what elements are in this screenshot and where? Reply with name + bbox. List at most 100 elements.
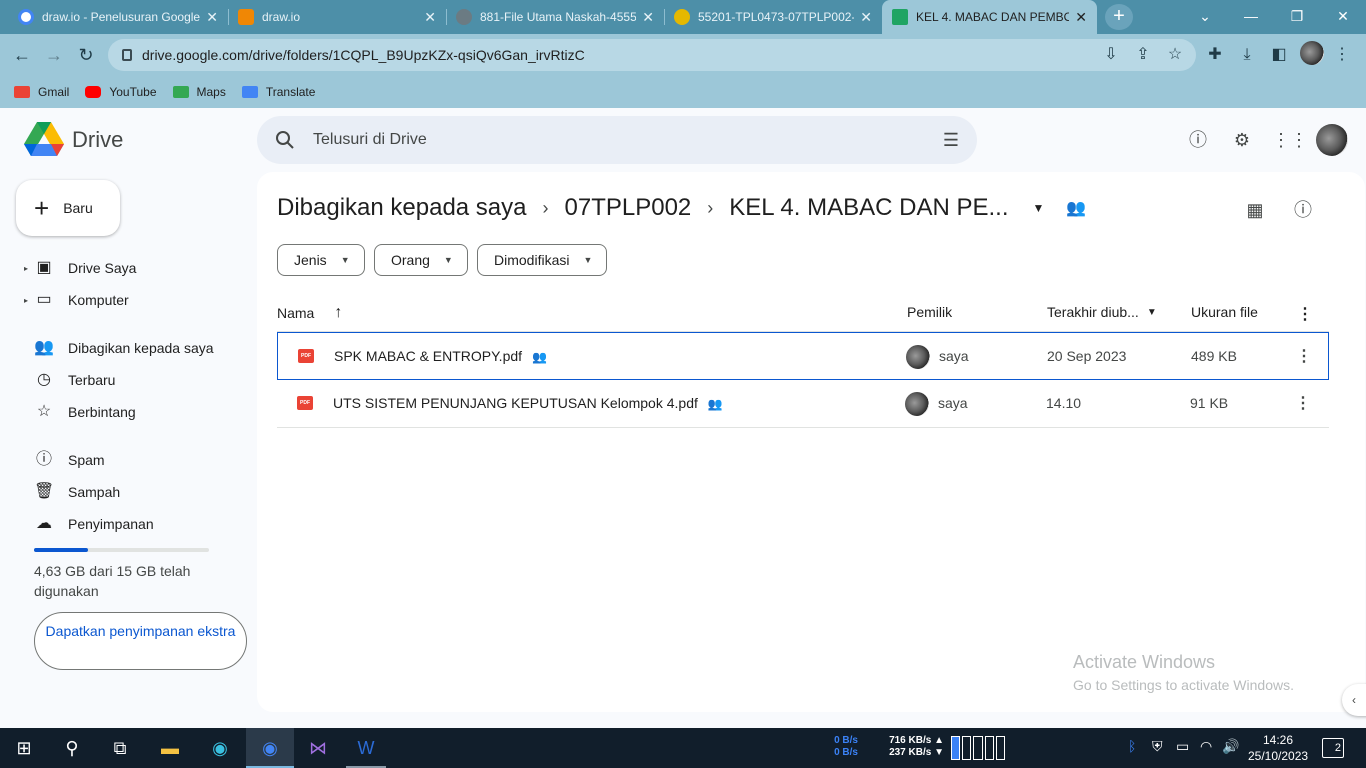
bookmark-star-icon[interactable]: ☆	[1165, 45, 1185, 65]
shared-folder-icon[interactable]: 👥	[1066, 198, 1086, 218]
sidebar-item-trash[interactable]: 🗑 Sampah	[24, 476, 120, 508]
new-button[interactable]: + Baru	[16, 180, 120, 236]
column-header-owner[interactable]: Pemilik	[907, 304, 952, 320]
volume-icon[interactable]: 🔊	[1222, 738, 1239, 755]
university-favicon-icon	[674, 9, 690, 25]
file-name[interactable]: UTS SISTEM PENUNJANG KEPUTUSAN Kelompok …	[333, 395, 698, 411]
filter-modified-chip[interactable]: Dimodifikasi ▼	[477, 244, 608, 276]
new-tab-button[interactable]: +	[1105, 4, 1133, 30]
file-name[interactable]: SPK MABAC & ENTROPY.pdf	[334, 348, 522, 364]
restore-icon[interactable]: ❐	[1274, 0, 1320, 34]
settings-gear-icon[interactable]: ⚙	[1230, 128, 1254, 152]
drive-logo-icon[interactable]	[24, 122, 64, 156]
sidebar-item-storage[interactable]: ☁ Penyimpanan	[24, 508, 154, 540]
details-info-icon[interactable]: ⓘ	[1291, 198, 1315, 222]
row-more-kebab-icon[interactable]: ⋮	[1295, 393, 1311, 413]
url-input[interactable]: drive.google.com/drive/folders/1CQPL_B9U…	[108, 39, 1196, 71]
close-tab-icon[interactable]: ✕	[424, 9, 436, 26]
search-icon[interactable]: ⚲	[60, 736, 84, 760]
folder-menu-dropdown-icon[interactable]: ▼	[1032, 201, 1044, 215]
downloads-icon[interactable]: ⤓	[1237, 45, 1257, 65]
share-icon[interactable]: ⇪	[1133, 45, 1153, 65]
chevron-right-icon: ›	[542, 197, 549, 218]
menu-kebab-icon[interactable]: ⋮	[1332, 45, 1352, 65]
windows-start-icon[interactable]: ⊞	[12, 736, 36, 760]
filter-type-chip[interactable]: Jenis ▼	[277, 244, 365, 276]
globe-favicon-icon	[456, 9, 472, 25]
chevron-right-icon: ›	[707, 197, 714, 218]
breadcrumb-current-folder[interactable]: KEL 4. MABAC DAN PE...	[729, 194, 1008, 222]
table-row[interactable]: PDF SPK MABAC & ENTROPY.pdf 👥 saya 20 Sep…	[277, 332, 1329, 380]
word-icon[interactable]: W	[354, 736, 378, 760]
get-more-storage-button[interactable]: Dapatkan penyimpanan ekstra	[34, 612, 247, 670]
task-view-icon[interactable]: ⧉	[108, 736, 132, 760]
minimize-icon[interactable]: —	[1228, 0, 1274, 34]
row-more-kebab-icon[interactable]: ⋮	[1296, 346, 1312, 366]
bluetooth-icon[interactable]: ᛒ	[1128, 738, 1136, 754]
sidebar-item-starred[interactable]: ☆ Berbintang	[24, 396, 136, 428]
close-tab-icon[interactable]: ✕	[206, 9, 218, 26]
close-tab-icon[interactable]: ✕	[642, 9, 654, 26]
tab-search-icon[interactable]: ⌄	[1182, 0, 1228, 34]
column-header-modified[interactable]: Terakhir diub... ▼	[1047, 304, 1157, 320]
close-tab-icon[interactable]: ✕	[860, 9, 872, 26]
reload-icon[interactable]: ↻	[74, 43, 98, 67]
expand-caret-icon[interactable]: ▸	[24, 264, 34, 273]
chrome-icon[interactable]: ◉	[258, 736, 282, 760]
extensions-icon[interactable]: ✚	[1205, 45, 1225, 65]
search-input[interactable]: Telusuri di Drive ☰	[257, 116, 977, 164]
security-icon[interactable]: ⛨	[1152, 738, 1163, 755]
close-window-icon[interactable]: ✕	[1320, 0, 1366, 34]
side-panel-toggle-chevron-icon[interactable]: ‹	[1342, 684, 1366, 716]
drive-header: Drive Telusuri di Drive ☰ ⓘ ⚙ ⋮⋮	[0, 108, 1366, 172]
drive-favicon-icon	[892, 9, 908, 25]
grid-view-icon[interactable]: ▦	[1243, 198, 1267, 222]
sidebar-item-shared[interactable]: 👥 Dibagikan kepada saya	[24, 332, 214, 364]
edge-icon[interactable]: ◉	[208, 736, 232, 760]
bookmark-youtube[interactable]: YouTube	[85, 85, 157, 99]
sidebar-item-my-drive[interactable]: ▸ ▣ Drive Saya	[24, 252, 136, 284]
help-icon[interactable]: ⓘ	[1186, 128, 1210, 152]
sidebar-item-spam[interactable]: ⓘ Spam	[24, 444, 105, 476]
browser-tab-file-utama[interactable]: 881-File Utama Naskah-4555 ✕	[446, 0, 664, 34]
breadcrumb-folder[interactable]: 07TPLP002	[565, 194, 692, 222]
back-icon[interactable]: ←	[10, 43, 34, 67]
visual-studio-icon[interactable]: ⋈	[306, 736, 330, 760]
bookmark-maps[interactable]: Maps	[172, 85, 226, 99]
file-explorer-icon[interactable]: ▬	[158, 736, 182, 760]
address-bar-row: ← → ↻ drive.google.com/drive/folders/1CQ…	[0, 34, 1366, 76]
network-meter	[951, 736, 1006, 760]
trash-icon: 🗑	[34, 483, 55, 500]
drive-brand[interactable]: Drive	[72, 127, 123, 153]
storage-usage-text: 4,63 GB dari 15 GB telah digunakan	[34, 563, 191, 599]
apps-grid-icon[interactable]: ⋮⋮	[1272, 128, 1308, 152]
close-tab-icon[interactable]: ✕	[1075, 9, 1087, 26]
column-options-kebab-icon[interactable]: ⋮	[1297, 304, 1313, 324]
browser-tab-drive-active[interactable]: KEL 4. MABAC DAN PEMBOBOTAN ✕	[882, 0, 1097, 34]
bookmark-gmail[interactable]: Gmail	[14, 85, 69, 99]
filter-people-chip[interactable]: Orang ▼	[374, 244, 468, 276]
sort-arrow-up-icon[interactable]: ↑	[334, 304, 342, 322]
search-icon[interactable]	[275, 130, 295, 150]
notification-center-icon[interactable]: 2	[1322, 738, 1344, 758]
expand-caret-icon[interactable]: ▸	[24, 296, 34, 305]
browser-tab-google-search[interactable]: draw.io - Penelusuran Google ✕	[8, 0, 228, 34]
wifi-icon[interactable]: ◠	[1200, 738, 1212, 755]
breadcrumb-shared-with-me[interactable]: Dibagikan kepada saya	[277, 194, 527, 222]
bookmark-translate[interactable]: Translate	[241, 85, 315, 99]
profile-avatar[interactable]	[1300, 41, 1324, 65]
search-options-icon[interactable]: ☰	[943, 130, 959, 151]
sidebar-item-computers[interactable]: ▸ ▭ Komputer	[24, 284, 129, 316]
system-clock[interactable]: 14:26 25/10/2023	[1248, 732, 1308, 764]
browser-tab-drawio[interactable]: draw.io ✕	[228, 0, 446, 34]
column-header-name[interactable]: Nama ↑	[277, 304, 342, 322]
column-header-size[interactable]: Ukuran file	[1191, 304, 1258, 320]
forward-icon[interactable]: →	[42, 43, 66, 67]
side-panel-icon[interactable]: ◧	[1269, 45, 1289, 65]
install-app-icon[interactable]: ⇩	[1101, 45, 1121, 65]
account-avatar[interactable]	[1316, 124, 1348, 156]
sidebar-item-recent[interactable]: ◷ Terbaru	[24, 364, 115, 396]
table-row[interactable]: PDF UTS SISTEM PENUNJANG KEPUTUSAN Kelom…	[277, 380, 1329, 428]
battery-icon[interactable]: ▭	[1176, 738, 1189, 755]
browser-tab-tpl0473[interactable]: 55201-TPL0473-07TPLP002- ✕	[664, 0, 882, 34]
